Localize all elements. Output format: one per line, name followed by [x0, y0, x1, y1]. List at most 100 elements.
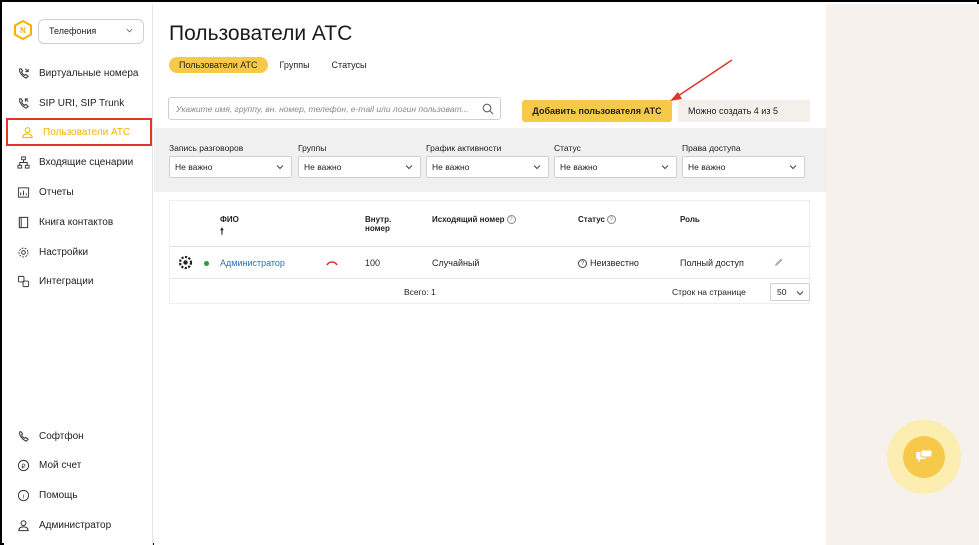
sort-arrow-up-icon[interactable]: 🠕 — [220, 226, 224, 236]
sidebar-item-softphone[interactable]: Софтфон — [4, 422, 153, 450]
rows-per-page-value: 50 — [777, 287, 787, 297]
filter-label: Запись разговоров — [169, 143, 244, 153]
filters-bar: Запись разговоров Не важно Группы Не важ… — [154, 128, 826, 192]
unknown-status-icon: ? — [578, 259, 587, 269]
help-icon: i — [16, 488, 30, 502]
total-count: Всего: 1 — [404, 287, 436, 297]
book-icon — [16, 215, 30, 229]
sidebar-item-settings[interactable]: Настройки — [4, 238, 153, 266]
status-label: Неизвестно — [590, 258, 639, 268]
tab-pbx-users[interactable]: Пользователи АТС — [169, 57, 268, 73]
add-user-button[interactable]: Добавить пользователя АТС — [522, 100, 672, 122]
column-header-label: ФИО — [220, 215, 239, 224]
column-header-label: Внутр. — [365, 215, 392, 224]
main-content: Пользователи АТС Пользователи АТС Группы… — [154, 4, 826, 545]
help-icon[interactable]: ? — [506, 215, 516, 225]
sidebar-item-label: Софтфон — [39, 430, 84, 442]
filter-label: Группы — [298, 143, 327, 153]
tab-statuses[interactable]: Статусы — [322, 57, 377, 73]
user-icon — [16, 518, 30, 532]
sidebar-item-label: SIP URI, SIP Trunk — [39, 97, 125, 109]
sidebar-item-contacts[interactable]: Книга контактов — [4, 208, 153, 236]
sidebar-item-label: Отчеты — [39, 186, 74, 198]
section-select[interactable]: Телефония — [38, 19, 144, 44]
rows-per-page-label: Строк на странице — [672, 287, 746, 297]
filter-select[interactable]: Не важно — [554, 156, 677, 178]
column-header-name[interactable]: ФИО 🠕 — [220, 215, 239, 240]
user-role: Полный доступ — [680, 258, 744, 268]
sidebar-item-account[interactable]: ₽ Мой счет — [4, 451, 153, 479]
search-icon[interactable] — [482, 103, 494, 115]
chevron-down-icon — [533, 165, 541, 170]
user-icon — [20, 125, 34, 139]
sidebar-item-help[interactable]: i Помощь — [4, 481, 153, 509]
sidebar: N Телефония Виртуальные номера SIP URI, … — [4, 4, 153, 545]
search-placeholder: Укажите имя, группу, вн. номер, телефон,… — [176, 104, 469, 114]
sidebar-item-pbx-users[interactable]: Пользователи АТС — [6, 118, 152, 146]
column-header-role: Роль — [680, 215, 700, 224]
sidebar-item-label: Виртуальные номера — [39, 67, 139, 79]
sidebar-item-label: Книга контактов — [39, 216, 114, 228]
filter-select[interactable]: Не важно — [682, 156, 805, 178]
edit-pencil-icon[interactable] — [773, 257, 784, 268]
sidebar-item-admin[interactable]: Администратор — [4, 511, 153, 539]
sidebar-item-label: Помощь — [39, 489, 78, 501]
sidebar-item-reports[interactable]: Отчеты — [4, 178, 153, 206]
filter-value: Не важно — [688, 162, 726, 172]
chevron-down-icon — [405, 165, 413, 170]
hangup-icon — [326, 261, 338, 266]
table-row[interactable]: Администратор 100 Случайный ? Неизвестно … — [170, 247, 811, 279]
chevron-down-icon — [661, 165, 669, 170]
filter-status: Статус Не важно — [554, 143, 677, 178]
svg-text:N: N — [20, 26, 26, 35]
chat-icon — [916, 449, 933, 462]
report-icon — [16, 185, 30, 199]
ext-number: 100 — [365, 258, 381, 268]
column-header-label: номер — [365, 224, 390, 233]
sidebar-item-sip[interactable]: SIP URI, SIP Trunk — [4, 89, 153, 117]
user-name-link[interactable]: Администратор — [220, 258, 285, 268]
chevron-down-icon — [789, 165, 797, 170]
sidebar-item-label: Администратор — [39, 519, 112, 531]
svg-text:₽: ₽ — [21, 462, 26, 470]
filter-select[interactable]: Не важно — [169, 156, 292, 178]
tab-groups[interactable]: Группы — [270, 57, 320, 73]
page-title: Пользователи АТС — [169, 22, 353, 45]
sidebar-item-label: Пользователи АТС — [43, 126, 131, 138]
filter-value: Не важно — [560, 162, 598, 172]
sidebar-item-incoming-scenarios[interactable]: Входящие сценарии — [4, 148, 153, 176]
filter-select[interactable]: Не важно — [426, 156, 549, 178]
outgoing-number: Случайный — [432, 258, 480, 268]
column-header-status: Статус? — [578, 215, 616, 225]
quota-info: Можно создать 4 из 5 — [678, 100, 810, 122]
chevron-down-icon — [126, 28, 133, 33]
account-icon: ₽ — [16, 458, 30, 472]
column-header-label: Исходящий номер — [432, 215, 505, 224]
help-icon[interactable]: ? — [606, 215, 616, 225]
filter-activity-schedule: График активности Не важно — [426, 143, 549, 178]
table-header: ФИО 🠕 Внутр. номер Исходящий номер? Стат… — [170, 201, 811, 247]
sidebar-item-virtual-numbers[interactable]: Виртуальные номера — [4, 59, 153, 87]
sidebar-item-integrations[interactable]: Интеграции — [4, 267, 153, 295]
filter-value: Не важно — [175, 162, 213, 172]
table-footer: Всего: 1 Строк на странице 50 — [170, 279, 811, 305]
filter-groups: Группы Не важно — [298, 143, 421, 178]
search-input[interactable]: Укажите имя, группу, вн. номер, телефон,… — [168, 97, 501, 120]
sidebar-item-label: Настройки — [39, 246, 89, 258]
integration-icon — [16, 274, 30, 288]
gear-icon[interactable] — [178, 255, 193, 270]
filter-access-rights: Права доступа Не важно — [682, 143, 805, 178]
column-header-outgoing: Исходящий номер? — [432, 215, 516, 225]
chat-button[interactable] — [903, 436, 945, 478]
filter-value: Не важно — [432, 162, 470, 172]
svg-text:i: i — [22, 493, 23, 500]
user-status: ? Неизвестно — [578, 258, 639, 269]
column-header-label: Статус — [578, 215, 605, 224]
app-window: N Телефония Виртуальные номера SIP URI, … — [0, 0, 979, 545]
tabs: Пользователи АТС Группы Статусы — [169, 57, 378, 73]
filter-value: Не важно — [304, 162, 342, 172]
filter-label: Статус — [554, 143, 581, 153]
filter-select[interactable]: Не важно — [298, 156, 421, 178]
rows-per-page-select[interactable]: 50 — [770, 283, 810, 301]
section-select-value: Телефония — [49, 26, 97, 36]
